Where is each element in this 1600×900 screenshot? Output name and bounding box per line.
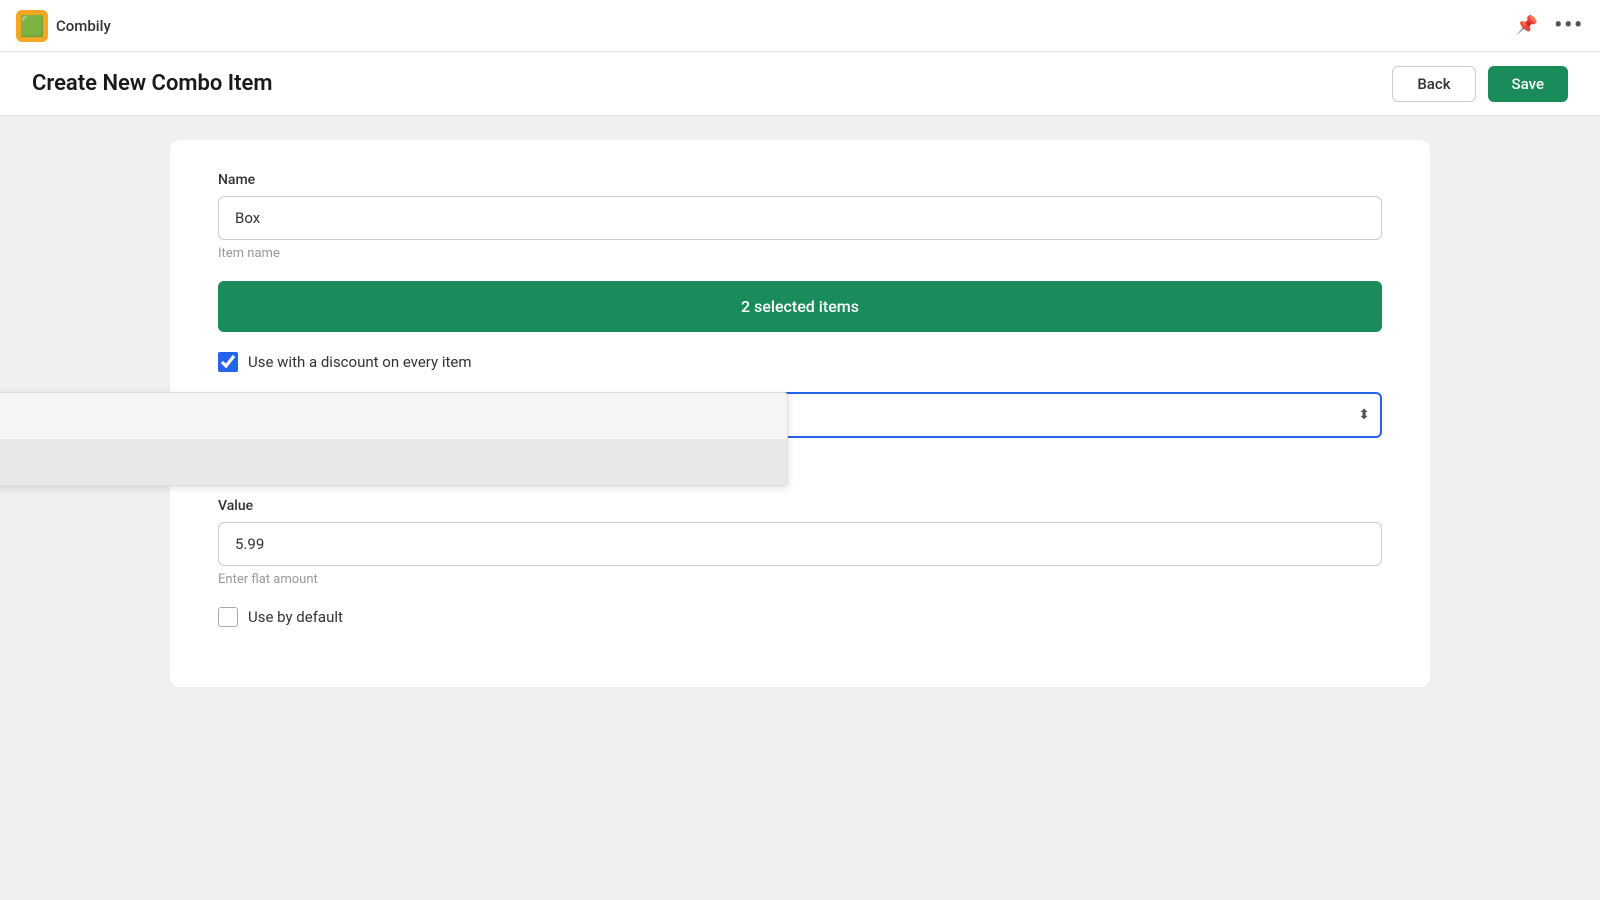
use-by-default-label: Use by default [248, 608, 343, 626]
value-hint: Enter flat amount [218, 572, 1382, 587]
use-by-default-checkbox[interactable] [218, 607, 238, 627]
logo-emoji: 🟩 [20, 14, 45, 38]
use-by-default-row: Use by default [218, 607, 1382, 627]
discount-checkbox-row: Use with a discount on every item [218, 352, 1382, 372]
pin-icon[interactable]: 📌 [1516, 15, 1538, 36]
name-group: Name Item name [218, 172, 1382, 261]
header-bar: Create New Combo Item Back Save [0, 52, 1600, 116]
form-card: Name Item name 2 selected items Use with… [170, 140, 1430, 687]
name-hint: Item name [218, 246, 1382, 261]
name-label: Name [218, 172, 1382, 188]
app-name: Combily [56, 17, 111, 35]
topbar: 🟩 Combily 📌 ••• [0, 0, 1600, 52]
header-actions: Back Save [1392, 66, 1568, 102]
app-logo: 🟩 [16, 10, 48, 42]
save-button[interactable]: Save [1488, 66, 1568, 102]
value-group: Value Enter flat amount [218, 498, 1382, 587]
topbar-left: 🟩 Combily [16, 10, 111, 42]
main-content: Name Item name 2 selected items Use with… [0, 116, 1600, 900]
dropdown-menu[interactable]: Percentage ✓ Fixed amount [0, 392, 788, 486]
dropdown-item-percentage[interactable]: Percentage [0, 393, 787, 439]
dropdown-item-fixed-amount[interactable]: ✓ Fixed amount [0, 439, 787, 485]
value-input[interactable] [218, 522, 1382, 566]
name-input[interactable] [218, 196, 1382, 240]
discount-checkbox-label: Use with a discount on every item [248, 353, 472, 371]
more-options-icon[interactable]: ••• [1554, 13, 1584, 38]
selected-items-button[interactable]: 2 selected items [218, 281, 1382, 332]
discount-checkbox[interactable] [218, 352, 238, 372]
page-title: Create New Combo Item [32, 71, 272, 96]
discount-type-dropdown-container: Percentage ✓ Fixed amount ⬍ [218, 392, 1382, 438]
back-button[interactable]: Back [1392, 66, 1475, 102]
value-label: Value [218, 498, 1382, 514]
topbar-right: 📌 ••• [1516, 13, 1584, 38]
